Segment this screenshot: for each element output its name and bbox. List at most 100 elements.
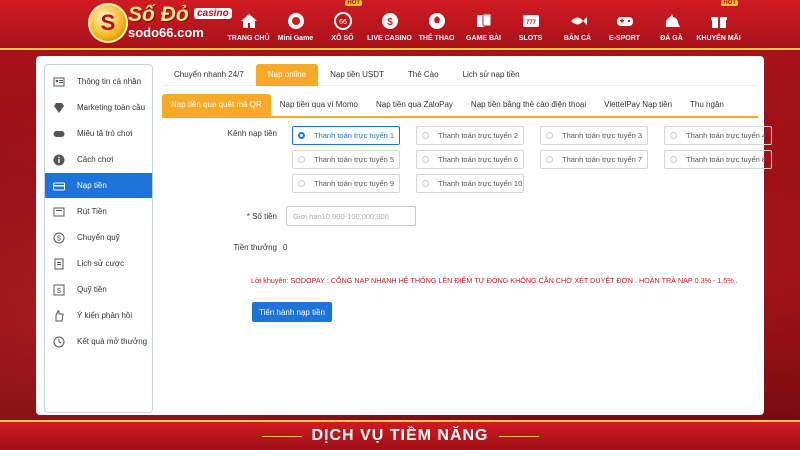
history-icon bbox=[53, 258, 65, 270]
nav-item-4[interactable]: THỂ THAO bbox=[413, 0, 460, 49]
sidebar-item-0[interactable]: Thông tin cá nhân bbox=[45, 69, 152, 95]
nav-item-3[interactable]: $ LIVE CASINO bbox=[366, 0, 413, 49]
fund-icon: $ bbox=[53, 284, 65, 296]
svg-text:777: 777 bbox=[525, 20, 536, 26]
results-icon bbox=[53, 336, 65, 348]
nav-label: BẮN CÁ bbox=[563, 35, 592, 42]
nav-item-7[interactable]: BẮN CÁ bbox=[554, 0, 601, 49]
channel-option[interactable]: Thanh toán trực tuyến 1 bbox=[292, 126, 400, 145]
sidebar-item-6[interactable]: $ Chuyển quỹ bbox=[45, 225, 152, 251]
top-navigation-bar: S Số Đỏ casino sodo66.com TRANG CHỦ Mini … bbox=[0, 0, 800, 50]
channel-label: Kênh nạp tiền bbox=[227, 129, 277, 138]
nav-label: THỂ THAO bbox=[418, 35, 455, 42]
channel-option[interactable]: Thanh toán trực tuyến 10 bbox=[416, 174, 524, 193]
sidebar-item-9[interactable]: Ý kiến phản hồi bbox=[45, 303, 152, 329]
svg-text:$: $ bbox=[387, 17, 393, 28]
channel-option[interactable]: Thanh toán trực tuyến 6 bbox=[416, 150, 524, 169]
tab-secondary-5[interactable]: Thu ngân bbox=[681, 94, 733, 116]
channel-label: Thanh toán trực tuyến 2 bbox=[438, 131, 519, 140]
nav-item-2[interactable]: HOT 66 XỔ SỐ bbox=[319, 0, 366, 49]
channel-label: Thanh toán trực tuyến 4 bbox=[686, 131, 767, 140]
channel-option[interactable]: Thanh toán trực tuyến 3 bbox=[540, 126, 648, 145]
deposit-method-tabs: Chuyển nhanh 24/7 Nạp online Nạp tiền USDT… bbox=[162, 64, 758, 86]
radio-icon bbox=[422, 156, 429, 163]
sidebar-item-label: Marketing toàn cầu bbox=[77, 103, 146, 112]
channel-option[interactable]: Thanh toán trực tuyến 8 bbox=[664, 150, 772, 169]
sidebar-item-label: Cách chơi bbox=[77, 155, 114, 164]
channel-option[interactable]: Thanh toán trực tuyến 9 bbox=[292, 174, 400, 193]
nav-item-8[interactable]: E-SPORT bbox=[601, 0, 648, 49]
amount-input[interactable] bbox=[286, 206, 416, 226]
amount-row: * Số tiền bbox=[162, 206, 416, 226]
nav-item-5[interactable]: GAME BÀI bbox=[460, 0, 507, 49]
home-icon bbox=[238, 10, 260, 32]
channel-option[interactable]: Thanh toán trực tuyến 7 bbox=[540, 150, 648, 169]
sidebar-item-label: Chuyển quỹ bbox=[77, 233, 120, 242]
nav-label: XỔ SỐ bbox=[331, 35, 354, 42]
sidebar-item-label: Nạp tiền bbox=[77, 181, 107, 190]
channel-option[interactable]: Thanh toán trực tuyến 5 bbox=[292, 150, 400, 169]
logo-badge: S bbox=[88, 3, 128, 43]
sidebar-item-1[interactable]: Marketing toàn cầu bbox=[45, 95, 152, 121]
radio-icon bbox=[422, 180, 429, 187]
tab-secondary-4[interactable]: ViettelPay Nạp tiền bbox=[595, 94, 681, 116]
sidebar-item-10[interactable]: Kết quả mở thưởng bbox=[45, 329, 152, 355]
deposit-content: Chuyển nhanh 24/7 Nạp online Nạp tiền USDT… bbox=[162, 64, 772, 322]
sidebar-item-5[interactable]: Rút Tiền bbox=[45, 199, 152, 225]
tab-secondary-1[interactable]: Nạp tiền qua ví Momo bbox=[271, 94, 367, 116]
channel-option[interactable]: Thanh toán trực tuyến 4 bbox=[664, 126, 772, 145]
svg-text:$: $ bbox=[57, 235, 61, 242]
withdraw-icon bbox=[53, 206, 65, 218]
channel-label: Thanh toán trực tuyến 10 bbox=[438, 179, 523, 188]
channel-row: Kênh nạp tiền bbox=[162, 129, 283, 138]
nav-item-9[interactable]: ĐÁ GÀ bbox=[648, 0, 695, 49]
brand-logo[interactable]: S Số Đỏ casino sodo66.com bbox=[0, 0, 232, 49]
nav-label: KHUYẾN MÃI bbox=[696, 35, 741, 42]
nav-item-6[interactable]: 777 SLOTS bbox=[507, 0, 554, 49]
nav-item-10[interactable]: HOT KHUYẾN MÃI bbox=[695, 0, 742, 49]
sports-icon bbox=[426, 10, 448, 32]
advice-row: Lời khuyên: SODOPAY : CỔNG NẠP NHANH HỆ … bbox=[251, 276, 738, 285]
nav-item-0[interactable]: TRANG CHỦ bbox=[225, 0, 272, 49]
bonus-value: 0 bbox=[283, 243, 288, 252]
banner-divider-right bbox=[498, 435, 539, 437]
sidebar-item-3[interactable]: Cách chơi bbox=[45, 147, 152, 173]
tab-primary-3[interactable]: Thẻ Cào bbox=[396, 64, 451, 86]
banner-divider-left bbox=[261, 435, 302, 437]
radio-icon bbox=[298, 180, 305, 187]
nav-item-1[interactable]: Mini Game bbox=[272, 0, 319, 49]
nav-label: SLOTS bbox=[518, 35, 543, 42]
tab-secondary-3[interactable]: Nạp tiền bằng thẻ cào điện thoại bbox=[462, 94, 595, 116]
submit-row: Tiến hành nạp tiền bbox=[252, 302, 332, 322]
nav-label: ĐÁ GÀ bbox=[660, 35, 683, 42]
tab-secondary-0[interactable]: Nạp tiền qua quét mã QR bbox=[162, 94, 271, 116]
logo-domain: sodo66.com bbox=[128, 25, 204, 40]
radio-icon bbox=[298, 156, 305, 163]
channel-label: Thanh toán trực tuyến 3 bbox=[562, 131, 643, 140]
deposit-icon bbox=[53, 180, 65, 192]
tab-secondary-2[interactable]: Nạp tiền qua ZaloPay bbox=[367, 94, 462, 116]
minigame-icon bbox=[285, 10, 307, 32]
channel-option[interactable]: Thanh toán trực tuyến 2 bbox=[416, 126, 524, 145]
submit-deposit-button[interactable]: Tiến hành nạp tiền bbox=[252, 302, 332, 322]
radio-icon bbox=[670, 156, 677, 163]
account-panel: Thông tin cá nhân Marketing toàn cầu Miêu … bbox=[36, 56, 772, 415]
channel-label: Thanh toán trực tuyến 6 bbox=[438, 155, 519, 164]
sidebar-item-7[interactable]: Lịch sử cược bbox=[45, 251, 152, 277]
tab-primary-1[interactable]: Nạp online bbox=[255, 64, 319, 86]
logo-title: Số Đỏ bbox=[128, 3, 189, 26]
nav-label: E-SPORT bbox=[608, 35, 641, 42]
sidebar-item-4[interactable]: Nạp tiền bbox=[45, 173, 152, 199]
logo-text: Số Đỏ casino sodo66.com bbox=[128, 3, 232, 40]
advice-text: Lời khuyên: SODOPAY : CỔNG NẠP NHANH HỆ … bbox=[251, 276, 738, 285]
feedback-icon bbox=[53, 310, 65, 322]
tab-primary-0[interactable]: Chuyển nhanh 24/7 bbox=[162, 64, 256, 86]
fish-icon bbox=[567, 10, 589, 32]
sidebar-item-8[interactable]: $ Quỹ tiền bbox=[45, 277, 152, 303]
svg-text:$: $ bbox=[57, 288, 61, 295]
sidebar-item-label: Quỹ tiền bbox=[77, 285, 107, 294]
tab-primary-2[interactable]: Nạp tiền USDT bbox=[318, 64, 396, 86]
sidebar-item-2[interactable]: Miêu tả trò chơi bbox=[45, 121, 152, 147]
channel-label: Thanh toán trực tuyến 1 bbox=[314, 131, 395, 140]
tab-primary-4[interactable]: Lịch sử nạp tiền bbox=[451, 64, 532, 86]
